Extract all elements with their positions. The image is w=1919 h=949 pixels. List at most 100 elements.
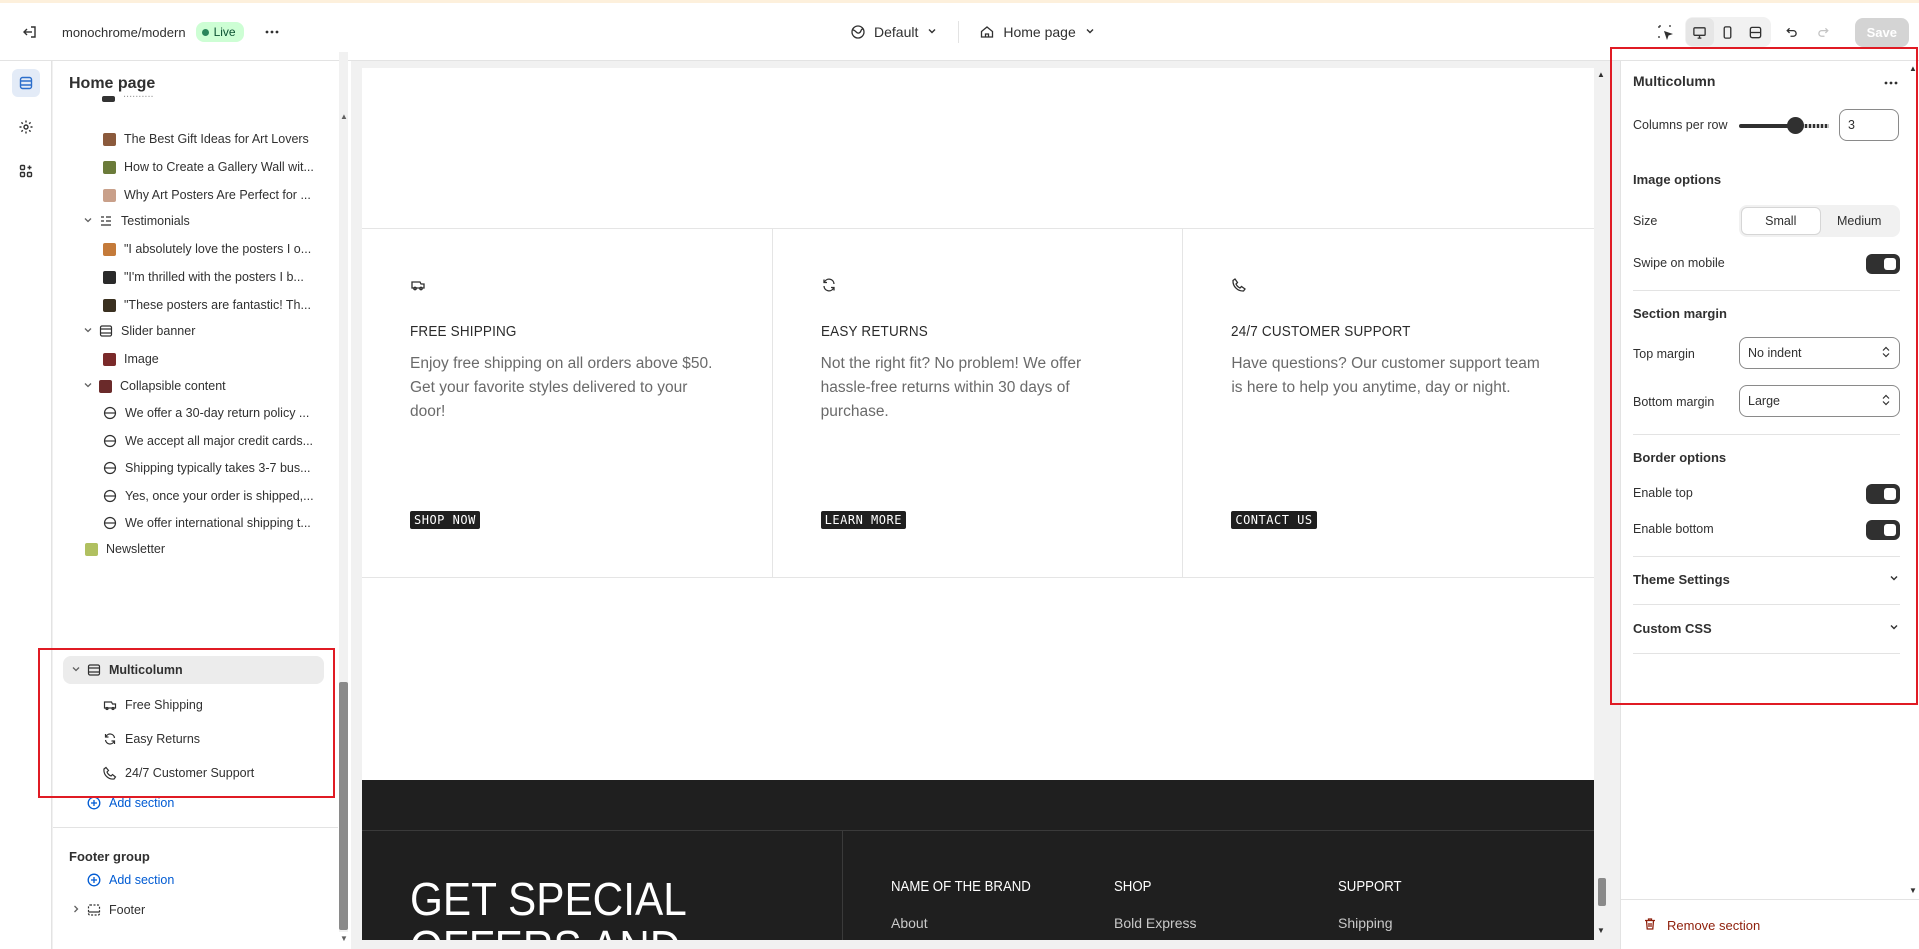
fullscreen-view-icon[interactable] <box>1742 18 1770 46</box>
tree-row-clipped: .......... <box>69 94 339 104</box>
redo-icon[interactable] <box>1811 18 1839 46</box>
tree-row-slider-banner[interactable]: Slider banner <box>69 317 339 345</box>
inspector-icon[interactable] <box>1651 18 1679 46</box>
preview-scrollbar[interactable] <box>1594 68 1608 940</box>
tree-row-label: Collapsible content <box>120 379 226 393</box>
tree-row[interactable]: The Best Gift Ideas for Art Lovers <box>69 125 339 153</box>
divider <box>53 827 338 828</box>
live-status-badge: Live <box>195 22 244 42</box>
row-icon <box>103 516 117 530</box>
chevron-down-icon[interactable] <box>81 215 95 228</box>
column-text: Not the right fit? No problem! We offer … <box>820 355 1082 420</box>
settings-gear-icon[interactable] <box>12 113 40 141</box>
footer-link[interactable]: About <box>891 915 1050 931</box>
desktop-view-icon[interactable] <box>1685 18 1714 46</box>
tree-row-collapsible[interactable]: Collapsible content <box>69 372 339 400</box>
store-name: monochrome/modern <box>62 24 186 40</box>
footer-add-section-button[interactable]: Add section <box>69 867 339 893</box>
column-heading: 24/7 CUSTOMER SUPPORT <box>1231 323 1411 340</box>
learn-more-button[interactable]: LEARN MORE <box>820 511 906 529</box>
divider <box>1621 899 1919 900</box>
divider <box>362 830 1594 831</box>
thumbnail-image <box>99 379 112 393</box>
phone-icon <box>1231 277 1247 293</box>
tree-row-label: We offer a 30-day return policy ... <box>125 406 310 420</box>
multicolumn-column[interactable]: EASY RETURNS Not the right fit? No probl… <box>773 229 1184 577</box>
chevron-down-icon[interactable] <box>81 325 95 338</box>
tree-row-label: "I absolutely love the posters I o... <box>124 242 312 256</box>
tree-row[interactable]: Yes, once your order is shipped,... <box>69 482 339 510</box>
tree-row[interactable]: "I'm thrilled with the posters I b... <box>69 263 339 291</box>
multicolumn-column[interactable]: FREE SHIPPING Enjoy free shipping on all… <box>362 229 773 577</box>
tree-row-label: "I'm thrilled with the posters I b... <box>124 270 304 284</box>
footer-column: SHOP Bold Express <box>1114 878 1196 931</box>
footer-column: SUPPORT Shipping <box>1338 878 1410 931</box>
preview-scroll-thumb[interactable] <box>1598 878 1606 906</box>
scroll-down-icon[interactable]: ▼ <box>340 934 348 943</box>
tree-row-footer[interactable]: Footer <box>69 896 339 924</box>
multicolumn-section[interactable]: FREE SHIPPING Enjoy free shipping on all… <box>362 228 1594 578</box>
mobile-view-icon[interactable] <box>1714 18 1742 46</box>
chevron-down-icon[interactable] <box>81 380 95 393</box>
preview-canvas: FREE SHIPPING Enjoy free shipping on all… <box>362 68 1594 940</box>
tree-row[interactable]: "I absolutely love the posters I o... <box>69 235 339 263</box>
page-dropdown-label: Home page <box>1003 24 1076 40</box>
tree-row[interactable]: Image <box>69 345 339 373</box>
truck-icon <box>410 277 426 293</box>
footer-link[interactable]: Bold Express <box>1114 915 1196 931</box>
testimonials-icon <box>99 214 113 228</box>
side-rail <box>0 61 52 949</box>
footer-preview: GET SPECIAL OFFERS AND NAME OF THE BRAND… <box>362 780 1594 940</box>
contact-us-button[interactable]: CONTACT US <box>1231 511 1317 529</box>
footer-link[interactable]: Shipping <box>1338 915 1410 931</box>
newsletter-heading-line: OFFERS AND <box>410 923 687 940</box>
home-icon <box>981 26 994 38</box>
chevron-right-icon[interactable] <box>69 904 83 917</box>
undo-icon[interactable] <box>1777 18 1805 46</box>
live-status-label: Live <box>213 25 236 39</box>
divider <box>958 21 960 43</box>
scroll-down-icon[interactable]: ▼ <box>1909 886 1917 895</box>
multicolumn-column[interactable]: 24/7 CUSTOMER SUPPORT Have questions? Ou… <box>1183 229 1594 577</box>
exit-icon[interactable] <box>16 18 44 46</box>
theme-dropdown[interactable]: Default <box>840 24 948 40</box>
thumbnail-image <box>103 160 116 174</box>
theme-dropdown-label: Default <box>874 24 919 40</box>
scroll-down-icon[interactable]: ▼ <box>1597 926 1605 935</box>
tree-row[interactable]: We accept all major credit cards... <box>69 427 339 455</box>
row-icon <box>103 461 117 475</box>
thumbnail-image <box>103 298 116 312</box>
tree-row[interactable]: How to Create a Gallery Wall wit... <box>69 153 339 181</box>
tree-row[interactable]: "These posters are fantastic! Th... <box>69 291 339 319</box>
shop-now-button[interactable]: SHOP NOW <box>410 511 480 529</box>
tree-row[interactable]: We offer a 30-day return policy ... <box>69 399 339 427</box>
save-button[interactable]: Save <box>1854 17 1909 47</box>
sections-icon[interactable] <box>12 69 40 97</box>
more-actions-icon[interactable] <box>258 18 286 46</box>
tree-row-label: "These posters are fantastic! Th... <box>124 298 311 312</box>
footer-icon <box>87 903 101 917</box>
slider-icon <box>99 324 113 338</box>
tree-row[interactable]: Shipping typically takes 3-7 bus... <box>69 454 339 482</box>
scroll-up-icon[interactable]: ▲ <box>340 112 348 121</box>
left-panel-scroll-thumb[interactable] <box>339 682 348 930</box>
highlight-box-right <box>1610 47 1918 705</box>
column-heading: EASY RETURNS <box>820 323 928 340</box>
refresh-icon <box>821 277 837 293</box>
tree-row[interactable]: Why Art Posters Are Perfect for ... <box>69 181 339 209</box>
scroll-up-icon[interactable]: ▲ <box>1597 70 1605 79</box>
thumbnail-image <box>103 242 116 256</box>
tree-row-label: Why Art Posters Are Perfect for ... <box>124 188 311 202</box>
sections-panel: Home page .......... The Best Gift Ideas… <box>53 61 351 949</box>
newsletter-heading-line: GET SPECIAL <box>410 873 687 925</box>
apps-icon[interactable] <box>12 157 40 185</box>
tree-row-newsletter[interactable]: Newsletter <box>69 537 339 561</box>
tree-row-label: Footer <box>109 903 146 917</box>
tree-row-testimonials[interactable]: Testimonials <box>69 207 339 235</box>
highlight-box-left <box>38 648 335 798</box>
tree-row[interactable]: We offer international shipping t... <box>69 509 339 537</box>
chevron-down-icon <box>1084 24 1096 40</box>
page-dropdown[interactable]: Home page <box>969 24 1105 40</box>
remove-section-button[interactable]: Remove section <box>1643 917 1760 934</box>
thumbnail-image <box>103 270 116 284</box>
